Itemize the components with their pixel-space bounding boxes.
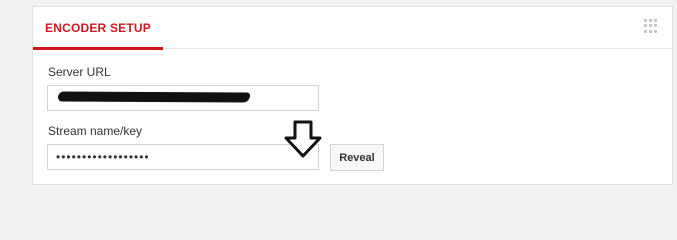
redaction-scribble [57,91,251,103]
drag-handle-icon[interactable] [644,19,658,33]
tab-active-underline [33,47,163,50]
stream-key-label: Stream name/key [48,124,143,138]
encoder-setup-panel: ENCODER SETUP Server URL Stream name/key… [32,6,673,185]
panel-header: ENCODER SETUP [33,7,672,50]
server-url-label: Server URL [48,65,111,79]
down-arrow-icon [284,120,322,158]
stream-key-field[interactable]: •••••••••••••••••• [47,144,319,170]
tab-label: ENCODER SETUP [45,20,151,35]
server-url-field[interactable] [47,85,319,111]
reveal-button[interactable]: Reveal [330,144,384,171]
tab-encoder-setup[interactable]: ENCODER SETUP [33,7,163,50]
